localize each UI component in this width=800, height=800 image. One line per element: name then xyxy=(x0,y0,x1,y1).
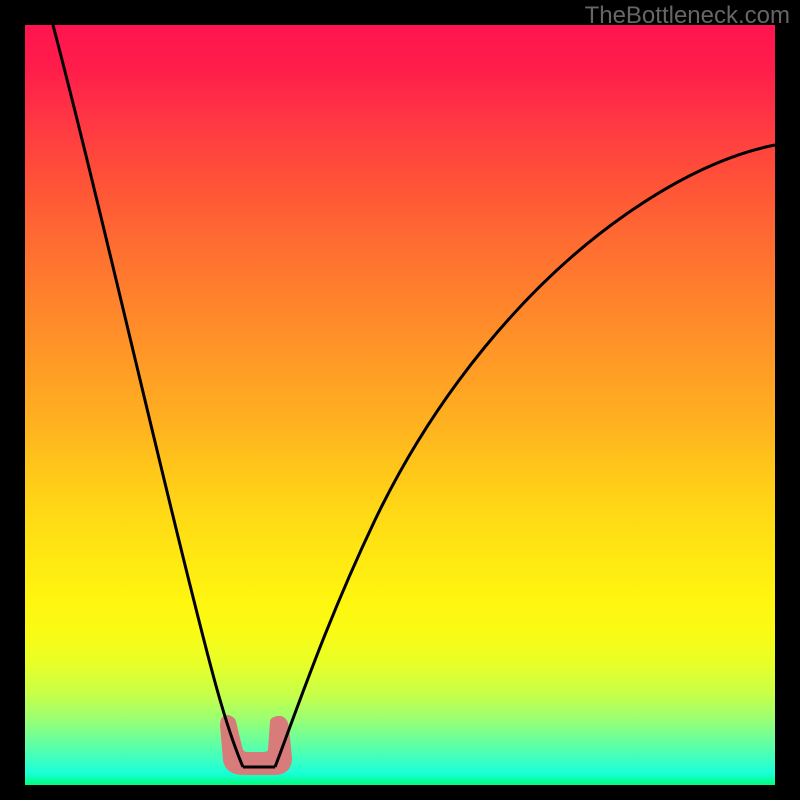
watermark-text: TheBottleneck.com xyxy=(585,2,790,30)
curve-right xyxy=(275,145,775,767)
bottleneck-chart xyxy=(25,25,775,785)
curve-left xyxy=(53,25,243,767)
